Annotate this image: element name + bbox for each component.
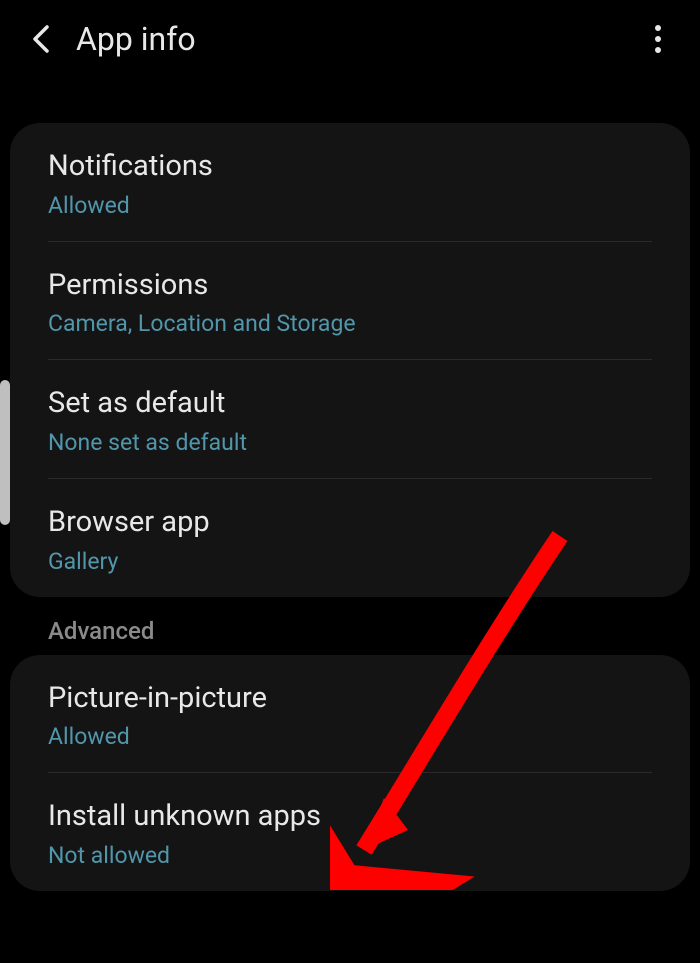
row-label: Set as default bbox=[48, 385, 652, 423]
back-icon bbox=[29, 25, 55, 53]
back-button[interactable] bbox=[22, 19, 62, 59]
row-sub: Allowed bbox=[48, 723, 652, 750]
row-sub: Allowed bbox=[48, 192, 652, 219]
row-label: Install unknown apps bbox=[48, 798, 652, 836]
more-vertical-icon bbox=[654, 24, 662, 54]
page-title: App info bbox=[76, 20, 638, 58]
row-sub: Not allowed bbox=[48, 842, 652, 869]
row-label: Permissions bbox=[48, 267, 652, 305]
row-label: Browser app bbox=[48, 504, 652, 542]
advanced-section-header: Advanced bbox=[0, 597, 700, 655]
row-label: Picture-in-picture bbox=[48, 680, 652, 718]
notifications-row[interactable]: Notifications Allowed bbox=[10, 123, 690, 241]
advanced-card: Picture-in-picture Allowed Install unkno… bbox=[10, 655, 690, 891]
picture-in-picture-row[interactable]: Picture-in-picture Allowed bbox=[10, 655, 690, 773]
row-sub: Gallery bbox=[48, 548, 652, 575]
row-sub: Camera, Location and Storage bbox=[48, 310, 652, 337]
more-options-button[interactable] bbox=[638, 19, 678, 59]
set-as-default-row[interactable]: Set as default None set as default bbox=[10, 360, 690, 478]
row-label: Notifications bbox=[48, 148, 652, 186]
permissions-row[interactable]: Permissions Camera, Location and Storage bbox=[10, 242, 690, 360]
browser-app-row[interactable]: Browser app Gallery bbox=[10, 479, 690, 597]
row-sub: None set as default bbox=[48, 429, 652, 456]
settings-card: Notifications Allowed Permissions Camera… bbox=[10, 123, 690, 597]
install-unknown-apps-row[interactable]: Install unknown apps Not allowed bbox=[10, 773, 690, 891]
app-bar: App info bbox=[0, 0, 700, 78]
scrollbar[interactable] bbox=[0, 380, 10, 525]
